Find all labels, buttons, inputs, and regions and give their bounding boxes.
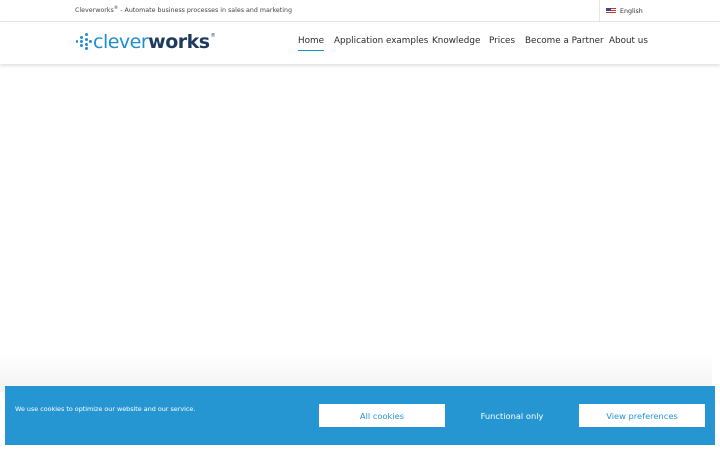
- nav-home[interactable]: Home: [298, 36, 324, 51]
- language-label: English: [620, 7, 643, 15]
- nav-become-a-partner[interactable]: Become a Partner: [525, 36, 604, 46]
- logo-dots-icon: [76, 33, 92, 51]
- nav-knowledge[interactable]: Knowledge: [432, 36, 480, 46]
- nav-application-examples[interactable]: Application examples: [334, 36, 428, 46]
- tagline-brand: Cleverworks: [75, 7, 114, 14]
- cookie-banner: We use cookies to optimize our website a…: [5, 386, 715, 445]
- logo-wordmark: cleverworks®: [93, 30, 216, 53]
- us-flag-icon: [606, 8, 616, 14]
- nav-prices[interactable]: Prices: [489, 36, 515, 46]
- cleverworks-logo[interactable]: cleverworks®: [76, 30, 216, 54]
- top-bar: Cleverworks® - Automate business process…: [0, 0, 720, 22]
- tagline-text: - Automate business processes in sales a…: [118, 7, 292, 14]
- cookie-message: We use cookies to optimize our website a…: [15, 405, 196, 413]
- functional-only-button[interactable]: Functional only: [449, 404, 575, 427]
- view-preferences-button[interactable]: View preferences: [579, 404, 705, 427]
- tagline: Cleverworks® - Automate business process…: [75, 6, 292, 14]
- nav-about-us[interactable]: About us: [609, 36, 648, 46]
- language-selector[interactable]: English: [599, 0, 643, 22]
- site-header: cleverworks® Home Application examples K…: [0, 22, 720, 64]
- all-cookies-button[interactable]: All cookies: [319, 404, 445, 427]
